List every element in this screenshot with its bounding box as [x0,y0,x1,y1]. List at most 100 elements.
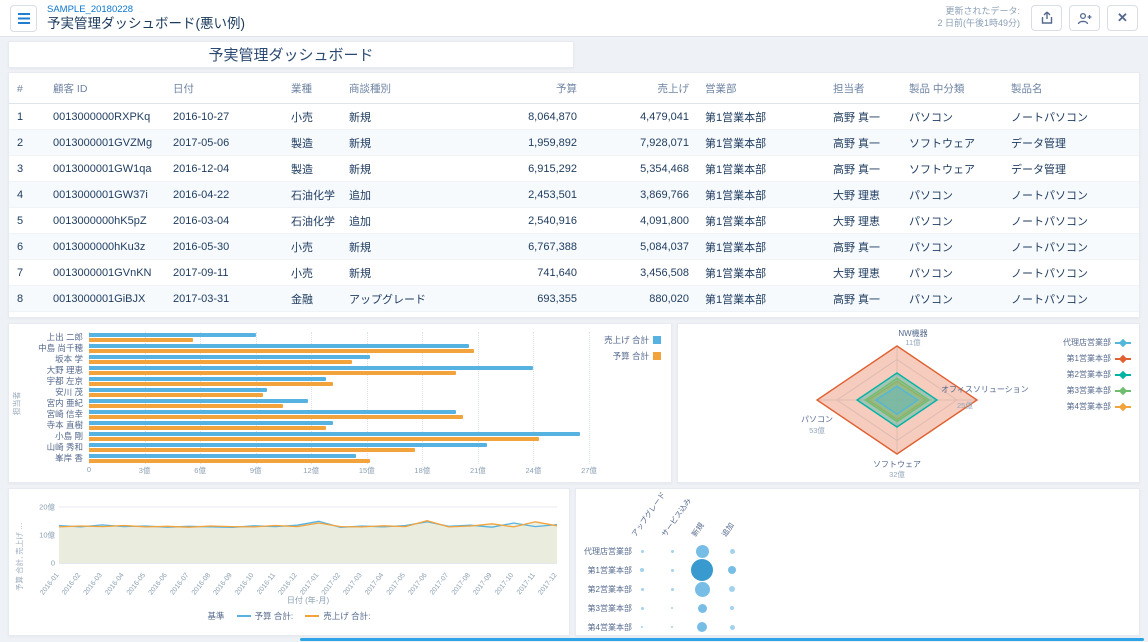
bubble[interactable] [697,603,707,613]
bubble[interactable] [729,624,735,630]
bar-category-label: 山崎 秀和 [46,442,83,452]
radar-legend-item[interactable]: 第1営業本部 [1063,353,1131,364]
bubble[interactable] [670,549,674,553]
bar-x-tick: 9億 [249,466,262,475]
budget-bar[interactable] [89,437,539,441]
table-cell: ソフトウェア [901,129,1003,156]
sales-bar[interactable] [89,454,356,458]
column-header[interactable]: 商談種別 [341,73,465,104]
bubble[interactable] [694,581,710,597]
table-cell: 製造 [283,129,341,156]
sales-bar[interactable] [89,421,334,425]
radar-legend-item[interactable]: 代理店営業部 [1063,337,1131,348]
line-x-tick: 2017-01 [299,572,320,597]
bubble[interactable] [670,568,674,572]
share-button[interactable] [1031,5,1062,31]
radar-legend-item[interactable]: 第3営業本部 [1063,385,1131,396]
sales-bar[interactable] [89,399,308,403]
column-header[interactable]: 製品 中分類 [901,73,1003,104]
sales-bar[interactable] [89,344,469,348]
column-header[interactable]: 顧客 ID [45,73,165,104]
budget-bar[interactable] [89,349,475,353]
sales-bar[interactable] [89,443,488,447]
bubble[interactable] [641,626,643,628]
sales-bar[interactable] [89,377,327,381]
line-legend-item[interactable]: 予算 合計: [236,610,293,622]
budget-bar[interactable] [89,338,193,342]
dashboard-list-button[interactable] [10,4,37,32]
budget-bar[interactable] [89,371,456,375]
budget-bar[interactable] [89,382,334,386]
values-table-widget: # 顧客 ID 日付 業種 商談種別 予算 売上げ 営業部 担当者 製品 中分類 製品名 1 0013… [8,72,1140,318]
table-row[interactable]: 90013000000rouPt2017-08-11製造新規5,377,4874… [9,311,1139,317]
table-row[interactable]: 5 0013000000hK5pZ 2016-03-04 石油化学 追加 2,540,91… [9,207,1139,234]
table-row[interactable]: 3 0013000001GW1qa 2016-12-04 製造 新規 6,915,292 5… [9,155,1139,182]
column-header[interactable]: 業種 [283,73,341,104]
table-row[interactable]: 1 0013000000RXPKq 2016-10-27 小売 新規 8,064,870 4… [9,103,1139,130]
bubble[interactable] [729,586,735,592]
sales-bar[interactable] [89,366,534,370]
bubble[interactable] [728,566,736,574]
sales-bar[interactable] [89,410,456,414]
budget-bar[interactable] [89,415,464,419]
sales-bar[interactable] [89,432,580,436]
bubble[interactable] [730,606,734,610]
column-header[interactable]: 日付 [165,73,283,104]
bubble[interactable] [691,559,713,581]
sales-bar[interactable] [89,333,256,337]
bubble[interactable] [671,626,673,628]
radar-legend-item[interactable]: 第4営業本部 [1063,401,1131,412]
share-icon [1041,11,1052,24]
add-user-button[interactable] [1069,5,1100,31]
line-x-tick: 2016-02 [61,572,82,597]
bubble[interactable] [729,548,735,554]
bar-group [89,409,589,420]
radar-legend-item[interactable]: 第2営業本部 [1063,369,1131,380]
bubble[interactable] [640,549,644,553]
horizontal-scrollbar[interactable] [300,638,1144,641]
bubble[interactable] [670,587,674,591]
table-cell: 1,959,892 [465,129,585,156]
bar-category-label: 寺本 直樹 [46,420,83,430]
column-header[interactable]: 担当者 [825,73,901,104]
bubble[interactable] [640,568,644,572]
column-header[interactable]: 営業部 [697,73,825,104]
table-row[interactable]: 8 0013000001GiBJX 2017-03-31 金融 アップグレード 693,3… [9,285,1139,312]
column-header[interactable]: 予算 [465,73,585,104]
budget-bar[interactable] [89,426,327,430]
budget-bar[interactable] [89,459,371,463]
sales-bar[interactable] [89,355,371,359]
bubble-chart-widget: アップグレード サービス込み 新規 追加 代理店営業部 第1営業本部 第2営業本部 第3営業本… [575,488,1140,636]
bar-legend-item[interactable]: 売上げ 合計 [604,334,661,346]
bar-category-label: 安川 茂 [55,387,83,397]
breadcrumb[interactable]: SAMPLE_20180228 [47,4,245,15]
legend-swatch [236,615,251,617]
table-row[interactable]: 7 0013000001GVnKN 2017-09-11 小売 新規 741,640 3,4… [9,259,1139,286]
table-cell: 3,869,766 [585,181,697,208]
bubble[interactable] [697,622,707,632]
bubble[interactable] [671,607,673,609]
table-header: # 顧客 ID 日付 業種 商談種別 予算 売上げ 営業部 担当者 製品 中分類 製品名 [9,73,1139,104]
bubble[interactable] [695,544,709,558]
table-cell: 5,377,487 [465,311,585,317]
table-row[interactable]: 4 0013000001GW37i 2016-04-22 石油化学 追加 2,453,50… [9,181,1139,208]
budget-bar[interactable] [89,360,352,364]
budget-bar[interactable] [89,448,415,452]
line-x-tick: 2016-06 [148,572,169,597]
table-row[interactable]: 6 0013000000hKu3z 2016-05-30 小売 新規 6,767,388 5… [9,233,1139,260]
line-legend-item[interactable]: 売上げ 合計: [305,610,370,622]
bubble[interactable] [640,606,644,610]
bubble[interactable] [640,587,644,591]
dashboard-title-widget: 予実管理ダッシュボード [8,41,574,68]
table-cell: 第1営業本部 [697,129,825,156]
table-row[interactable]: 2 0013000001GVZMg 2017-05-06 製造 新規 1,959,892 7… [9,129,1139,156]
sales-bar[interactable] [89,388,267,392]
close-button[interactable]: ✕ [1107,5,1138,31]
bar-legend-item[interactable]: 予算 合計 [604,350,661,362]
updated-label: 更新されたデータ: [945,6,1020,17]
column-header[interactable]: 売上げ [585,73,697,104]
column-header[interactable]: # [9,73,45,104]
column-header[interactable]: 製品名 [1003,73,1139,104]
budget-bar[interactable] [89,393,264,397]
budget-bar[interactable] [89,404,284,408]
